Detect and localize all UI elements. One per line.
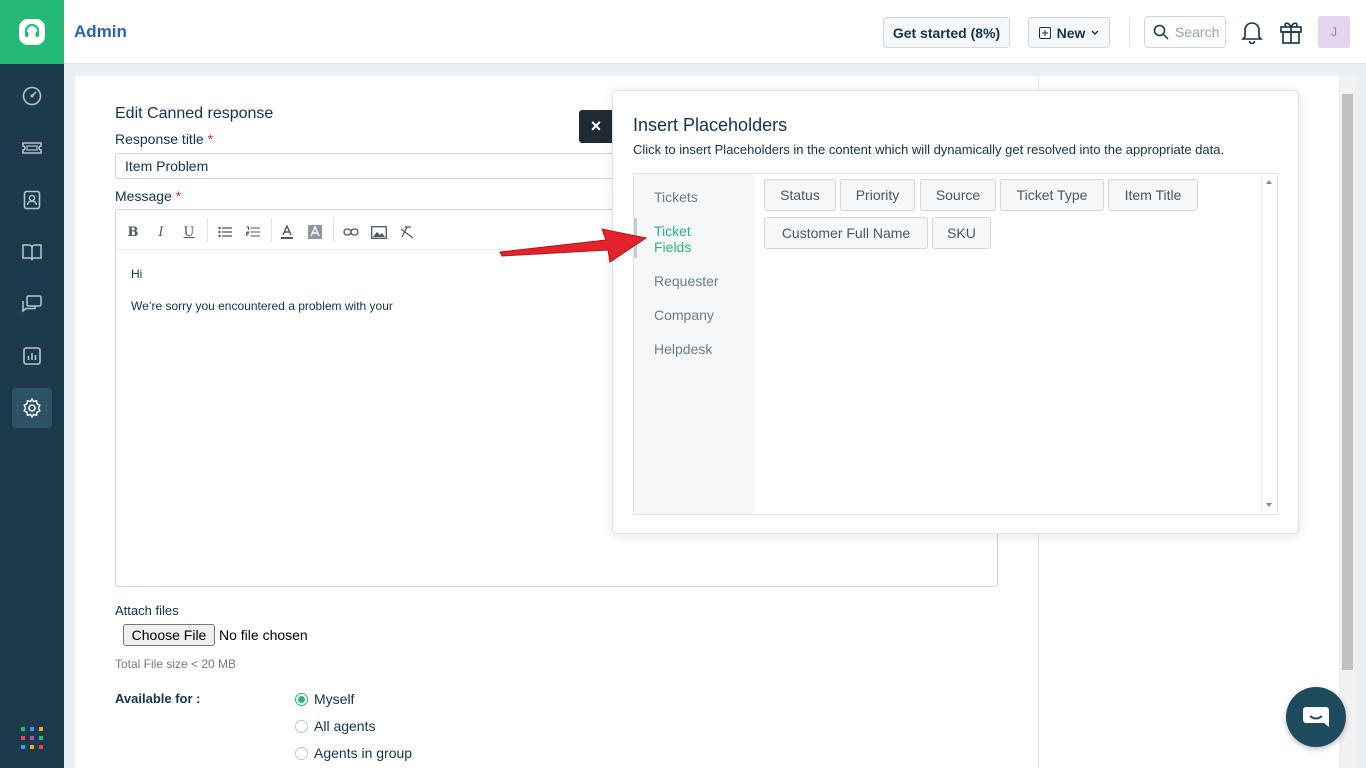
message-label: Message * <box>115 188 182 204</box>
search-input[interactable]: Search <box>1144 16 1226 48</box>
category-helpdesk[interactable]: Helpdesk <box>654 341 712 357</box>
headset-logo-icon <box>19 19 45 45</box>
page-scrollbar-thumb[interactable] <box>1342 94 1353 670</box>
toolbar-divider <box>207 218 208 242</box>
no-file-chosen-text: No file chosen <box>219 627 308 643</box>
nav-forums[interactable] <box>12 284 52 324</box>
get-started-button[interactable]: Get started (8%) <box>883 17 1010 48</box>
admin-gear-icon <box>23 397 41 419</box>
freshdesk-logo[interactable] <box>0 0 64 64</box>
placeholder-source[interactable]: Source <box>920 179 996 211</box>
toolbar-divider <box>271 218 272 242</box>
search-icon <box>1153 24 1169 40</box>
bold-icon[interactable]: B <box>124 223 142 241</box>
radio-myself[interactable]: Myself <box>295 691 354 707</box>
radio-label: All agents <box>314 718 376 734</box>
file-size-hint: Total File size < 20 MB <box>115 657 237 671</box>
underline-icon[interactable]: U <box>180 223 198 241</box>
page-title: Admin <box>74 22 127 41</box>
radio-button[interactable] <box>295 746 308 760</box>
background-color-icon[interactable] <box>306 223 324 241</box>
forums-icon <box>22 295 42 313</box>
popup-title: Insert Placeholders <box>633 115 788 135</box>
apps-grid-icon[interactable] <box>20 726 44 750</box>
category-company[interactable]: Company <box>654 307 714 323</box>
placeholder-browser: Tickets Ticket Fields Requester Company … <box>633 173 1278 515</box>
font-color-icon[interactable] <box>278 223 296 241</box>
notifications-bell-icon[interactable] <box>1241 20 1263 47</box>
required-asterisk: * <box>207 131 214 147</box>
insert-image-icon[interactable] <box>370 223 388 241</box>
link-icon[interactable] <box>342 223 360 241</box>
left-navigation <box>0 0 64 768</box>
chevron-down-icon <box>1091 30 1099 35</box>
placeholder-status[interactable]: Status <box>764 179 836 211</box>
solutions-icon <box>22 244 42 261</box>
nav-admin[interactable] <box>12 388 52 428</box>
avatar[interactable]: J <box>1318 16 1350 48</box>
gift-icon[interactable] <box>1279 19 1303 48</box>
radio-label: Agents in group <box>314 745 413 761</box>
nav-solutions[interactable] <box>12 232 52 272</box>
category-tickets[interactable]: Tickets <box>654 189 698 205</box>
required-asterisk: * <box>175 188 182 204</box>
dashboard-icon <box>22 86 42 106</box>
category-requester[interactable]: Requester <box>654 273 719 289</box>
radio-button[interactable] <box>295 719 308 733</box>
search-placeholder: Search <box>1175 24 1220 40</box>
reports-icon <box>23 347 41 365</box>
nav-dashboard[interactable] <box>12 76 52 116</box>
popup-subtitle: Click to insert Placeholders in the cont… <box>633 142 1225 157</box>
radio-button-selected[interactable] <box>295 692 308 706</box>
red-arrow-annotation-icon <box>499 228 648 263</box>
header-divider <box>1129 18 1130 46</box>
scroll-arrows-icon <box>1266 180 1272 507</box>
bulleted-list-icon[interactable] <box>216 223 234 241</box>
nav-contacts[interactable] <box>12 180 52 220</box>
insert-placeholders-popup: Insert Placeholders Click to insert Plac… <box>612 90 1299 534</box>
close-popup-button[interactable]: × <box>579 110 613 143</box>
nav-reports[interactable] <box>12 336 52 376</box>
placeholder-item-title[interactable]: Item Title <box>1108 179 1198 211</box>
category-ticket-fields[interactable]: Ticket Fields <box>654 223 714 255</box>
chat-bubble-icon <box>1303 707 1329 727</box>
placeholder-scrollbar[interactable] <box>1261 174 1277 514</box>
attach-files-label: Attach files <box>115 603 179 618</box>
clear-format-icon[interactable] <box>398 223 416 241</box>
tickets-icon <box>22 142 42 154</box>
new-button[interactable]: New <box>1028 17 1110 48</box>
italic-icon[interactable]: I <box>152 223 170 241</box>
placeholder-priority[interactable]: Priority <box>840 179 915 211</box>
chat-widget-button[interactable] <box>1286 687 1346 747</box>
nav-tickets[interactable] <box>12 128 52 168</box>
radio-agents-in-group[interactable]: Agents in group <box>295 745 412 761</box>
placeholder-sku[interactable]: SKU <box>932 217 991 249</box>
message-line: Hi <box>131 267 143 281</box>
choose-file-button[interactable]: Choose File <box>123 624 215 646</box>
contacts-icon <box>23 190 41 210</box>
placeholder-ticket-type[interactable]: Ticket Type <box>1000 179 1104 211</box>
response-title-label: Response title * <box>115 131 214 147</box>
response-title-input[interactable]: Item Problem <box>115 153 635 179</box>
message-line: We’re sorry you encountered a problem wi… <box>131 299 393 313</box>
available-for-label: Available for : <box>115 691 201 706</box>
plus-square-icon <box>1038 26 1051 39</box>
top-header: Admin Get started (8%) New Search J <box>64 0 1366 64</box>
new-button-label: New <box>1056 24 1086 41</box>
radio-all-agents[interactable]: All agents <box>295 718 375 734</box>
numbered-list-icon[interactable] <box>244 223 262 241</box>
placeholder-categories: Tickets Ticket Fields Requester Company … <box>634 174 754 514</box>
radio-label: Myself <box>314 691 355 707</box>
form-title: Edit Canned response <box>115 105 274 122</box>
toolbar-divider <box>333 218 334 242</box>
placeholder-customer-full-name[interactable]: Customer Full Name <box>764 217 928 249</box>
